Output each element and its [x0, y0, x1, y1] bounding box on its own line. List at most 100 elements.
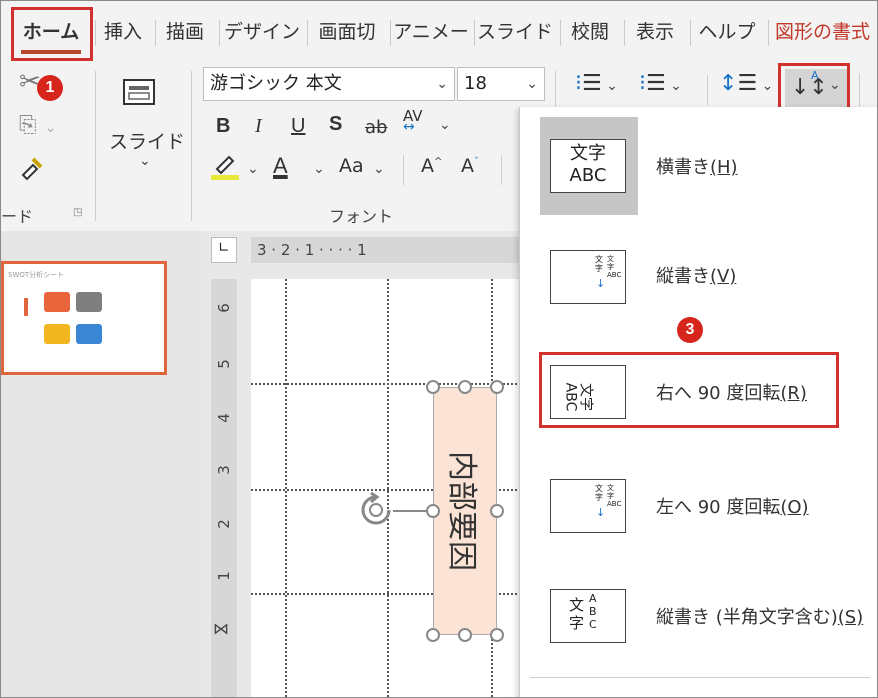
shrink-font-button[interactable]: Aˇ: [461, 155, 479, 177]
divider: [501, 155, 502, 185]
bullets-icon[interactable]: ⁝☰ ⌄: [575, 71, 618, 96]
group-divider: [95, 71, 96, 221]
chevron-down-icon[interactable]: ⌄: [373, 161, 385, 177]
group-divider: [191, 71, 192, 221]
ruler-number: 3: [215, 465, 233, 475]
menu-label: 縦書き (半角文字含む)(S): [656, 603, 863, 629]
menu-item-vertical[interactable]: 文字 文字ABC ↓ 縦書き(V): [520, 222, 877, 332]
tab-transitions[interactable]: 画面切: [307, 15, 386, 49]
tab-design[interactable]: デザイン: [219, 15, 304, 49]
ruler-number: 4: [215, 413, 233, 423]
menu-label: 左へ 90 度回転(O): [656, 493, 809, 519]
resize-handle[interactable]: [426, 504, 440, 518]
text-box-internal-factors[interactable]: 内部要因: [433, 387, 497, 635]
ruler-indent-marker[interactable]: ⋈: [213, 619, 229, 638]
font-color-button[interactable]: A: [273, 153, 288, 179]
strikethrough-button[interactable]: ab: [365, 117, 387, 138]
resize-handle[interactable]: [426, 628, 440, 642]
icon-text: 文字: [595, 484, 603, 502]
menu-label-text: 縦書き: [656, 266, 710, 287]
tab-selector[interactable]: ∟: [211, 237, 237, 263]
thumbnail-title: SWOT分析シート: [8, 271, 65, 279]
grow-font-button[interactable]: A^: [421, 155, 442, 177]
font-size-combo[interactable]: 18 ⌄: [457, 67, 545, 101]
guide-line: [387, 279, 389, 697]
tab-help[interactable]: ヘルプ: [690, 15, 763, 49]
tab-draw[interactable]: 描画: [155, 15, 214, 49]
layout-button[interactable]: スライド: [109, 127, 185, 154]
resize-handle[interactable]: [490, 628, 504, 642]
horizontal-ruler: 3 · 2 · 1 · · · · 1: [251, 237, 521, 263]
step-badge-1: 1: [37, 75, 63, 101]
format-painter-icon[interactable]: [19, 155, 45, 186]
line-spacing-icon[interactable]: ↕☰ ⌄: [719, 71, 773, 96]
change-case-button[interactable]: Aa: [339, 155, 364, 177]
tab-shape-format[interactable]: 図形の書式: [768, 15, 877, 49]
resize-handle[interactable]: [490, 504, 504, 518]
menu-item-rotate-left[interactable]: 文字 文字ABC ↓ 左へ 90 度回転(O): [520, 447, 877, 557]
menu-shortcut: (O): [780, 497, 809, 518]
rotate-handle-icon[interactable]: [357, 491, 395, 533]
copy-icon[interactable]: ⎘ ⌄: [19, 113, 56, 138]
resize-handle[interactable]: [490, 380, 504, 394]
step-badge-3: 3: [677, 317, 703, 343]
chevron-down-icon: ⌄: [526, 76, 538, 92]
ribbon-tab-bar: ホーム 挿入 描画 デザイン 画面切 アニメー スライド 校閲 表示 ヘルプ 図…: [1, 1, 877, 63]
arrow-down-icon: ↓: [596, 506, 606, 519]
menu-item-vertical-halfwidth[interactable]: 文字 ABC 縦書き (半角文字含む)(S): [520, 561, 877, 671]
menu-label-text: 縦書き (半角文字含む): [656, 607, 838, 628]
rotation-connector: [393, 510, 427, 512]
underline-button[interactable]: U: [291, 115, 305, 138]
text-shadow-button[interactable]: S: [329, 113, 342, 136]
home-tab-highlight: [11, 7, 93, 61]
menu-shortcut: (V): [710, 266, 737, 287]
new-slide-icon[interactable]: [121, 77, 157, 112]
icon-text: 文字: [569, 596, 585, 632]
char-spacing-button[interactable]: AV ↔: [403, 107, 423, 135]
divider: [707, 75, 708, 105]
vertical-text-icon: 文字 文字ABC ↓: [550, 250, 626, 304]
numbering-icon[interactable]: ⁝☰ ⌄: [639, 71, 682, 96]
resize-handle[interactable]: [426, 380, 440, 394]
menu-item-horizontal[interactable]: 文字 ABC 横書き(H): [520, 107, 877, 217]
chevron-down-icon[interactable]: ⌄: [313, 161, 325, 177]
ruler-number: 5: [215, 359, 233, 369]
text-direction-highlight: [778, 63, 850, 111]
dialog-launcher-icon[interactable]: ◳: [73, 207, 82, 218]
divider: [403, 155, 404, 185]
menu-divider: [530, 677, 870, 678]
ruler-numbers: 3 · 2 · 1 · · · · 1: [257, 241, 367, 259]
highlight-pen-icon[interactable]: [209, 151, 241, 186]
layout-chevron-icon[interactable]: ⌄: [139, 153, 151, 169]
guide-line: [251, 383, 521, 385]
slide-thumbnail-1[interactable]: SWOT分析シート: [1, 261, 167, 375]
text-box-text: 内部要因: [444, 451, 479, 571]
menu-label-text: 左へ 90 度回転: [656, 497, 781, 518]
chevron-down-icon[interactable]: ⌄: [247, 161, 259, 177]
font-size-value: 18: [464, 73, 487, 94]
font-group-label: フォント: [329, 207, 394, 226]
tab-animations[interactable]: アニメー: [390, 15, 471, 49]
icon-text: 文字: [570, 143, 606, 164]
menu-shortcut: (H): [710, 157, 738, 178]
bold-button[interactable]: B: [216, 115, 230, 138]
tab-review[interactable]: 校閲: [560, 15, 619, 49]
tab-view[interactable]: 表示: [624, 15, 685, 49]
horizontal-text-icon: 文字 ABC: [550, 139, 626, 193]
font-name-combo[interactable]: 游ゴシック 本文 ⌄: [203, 67, 455, 101]
italic-button[interactable]: I: [255, 115, 262, 138]
powerpoint-window: ホーム 挿入 描画 デザイン 画面切 アニメー スライド 校閲 表示 ヘルプ 図…: [0, 0, 878, 698]
icon-text: ABC: [569, 165, 607, 186]
icon-text: 文字ABC: [607, 255, 622, 279]
tab-insert[interactable]: 挿入: [95, 15, 150, 49]
resize-handle[interactable]: [458, 380, 472, 394]
tab-slideshow[interactable]: スライド: [474, 15, 555, 49]
guide-line: [285, 279, 287, 697]
ruler-number: 1: [215, 571, 233, 581]
font-name-value: 游ゴシック 本文: [210, 73, 342, 94]
menu-label: 横書き(H): [656, 153, 738, 179]
menu-shortcut: (S): [837, 607, 864, 628]
ruler-number: 6: [215, 303, 233, 313]
resize-handle[interactable]: [458, 628, 472, 642]
chevron-down-icon[interactable]: ⌄: [439, 117, 451, 133]
